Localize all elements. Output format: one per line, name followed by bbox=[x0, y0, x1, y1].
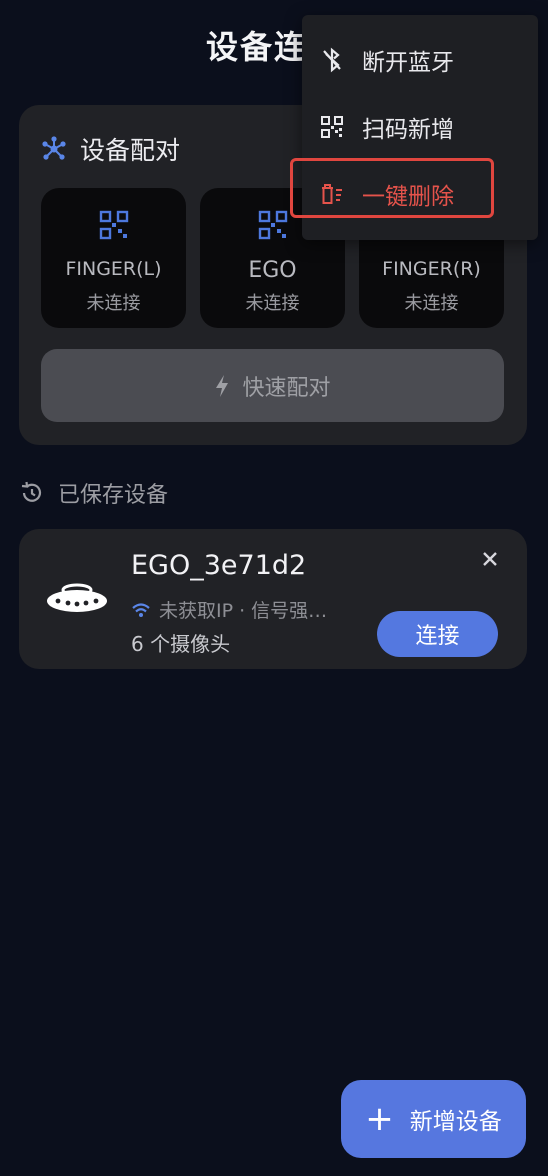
pairing-header: 设备配对 bbox=[40, 132, 180, 166]
device-status: 未连接 bbox=[404, 293, 459, 314]
device-name: EGO bbox=[248, 258, 297, 283]
menu-item-disconnect-bluetooth[interactable]: 断开蓝牙 bbox=[302, 29, 538, 91]
overflow-menu: 断开蓝牙 扫码新增 一键删除 bbox=[302, 15, 538, 240]
lightning-icon bbox=[216, 374, 229, 397]
qr-code-icon bbox=[99, 210, 129, 240]
qr-scan-icon bbox=[321, 116, 343, 138]
wifi-icon bbox=[132, 602, 150, 617]
history-icon bbox=[21, 481, 42, 502]
device-name: FINGER(L) bbox=[65, 258, 162, 280]
add-device-button[interactable]: + 新增设备 bbox=[341, 1080, 526, 1158]
quick-pair-button[interactable]: 快速配对 bbox=[41, 349, 504, 422]
menu-item-scan-add[interactable]: 扫码新增 bbox=[302, 96, 538, 158]
menu-item-delete-all[interactable]: 一键删除 bbox=[302, 163, 538, 225]
device-tile-finger-l[interactable]: FINGER(L) 未连接 bbox=[41, 188, 186, 328]
plus-icon: + bbox=[365, 1099, 394, 1139]
remove-device-button[interactable] bbox=[474, 543, 506, 575]
device-status: 未连接 bbox=[86, 293, 141, 314]
menu-item-label: 扫码新增 bbox=[362, 117, 454, 143]
device-name: FINGER(R) bbox=[382, 258, 481, 280]
add-device-label: 新增设备 bbox=[409, 1109, 502, 1135]
network-nodes-icon bbox=[42, 136, 66, 160]
saved-device-meta-text: 未获取IP · 信号强… bbox=[159, 600, 328, 622]
saved-devices-header: 已保存设备 bbox=[20, 476, 168, 510]
menu-item-label: 断开蓝牙 bbox=[362, 50, 454, 76]
headset-device-icon bbox=[47, 583, 107, 612]
saved-devices-title: 已保存设备 bbox=[58, 483, 169, 508]
delete-all-icon bbox=[322, 184, 342, 204]
saved-device-meta: 未获取IP · 信号强… bbox=[131, 596, 327, 623]
saved-device-name: EGO_3e71d2 bbox=[131, 550, 307, 581]
close-icon bbox=[483, 552, 497, 566]
pairing-title: 设备配对 bbox=[80, 136, 181, 165]
saved-device-cameras: 6 个摄像头 bbox=[131, 632, 231, 656]
bluetooth-off-icon bbox=[323, 47, 341, 73]
device-status: 未连接 bbox=[245, 293, 300, 314]
connect-button[interactable]: 连接 bbox=[377, 611, 498, 657]
quick-pair-label: 快速配对 bbox=[242, 375, 331, 401]
menu-item-label: 一键删除 bbox=[362, 184, 454, 210]
qr-code-icon bbox=[258, 210, 288, 240]
